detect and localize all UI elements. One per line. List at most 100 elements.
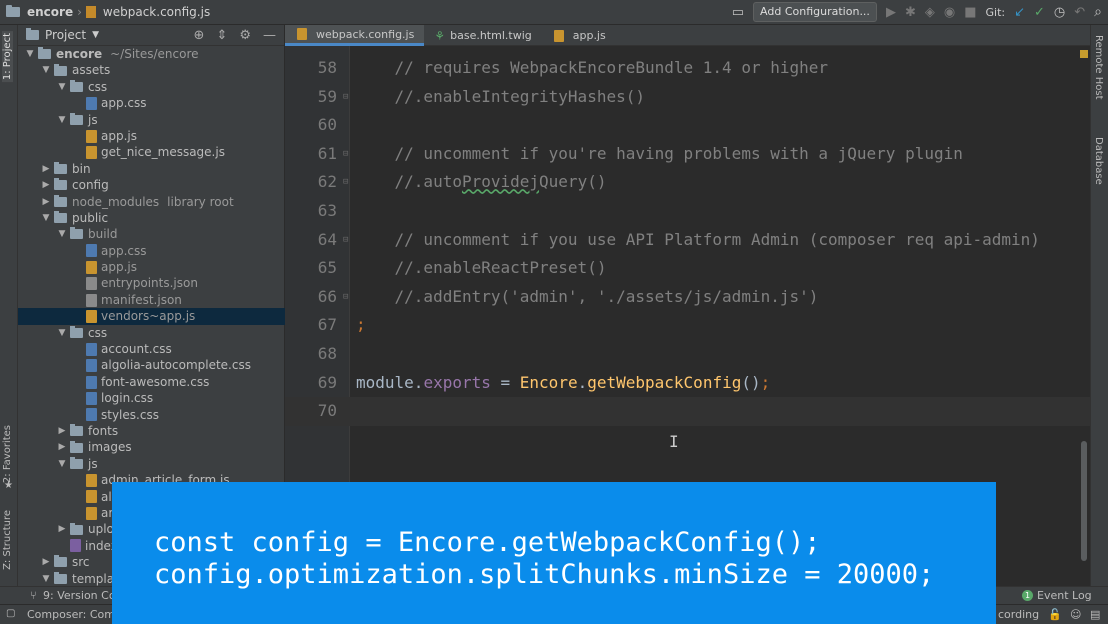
code-line[interactable]: 58 // requires WebpackEncoreBundle 1.4 o… bbox=[285, 54, 1090, 83]
code-line[interactable]: 66 ⊟ //.addEntry('admin', './assets/js/ad… bbox=[285, 283, 1090, 312]
chevron-down-icon[interactable]: ▼ bbox=[92, 30, 99, 40]
chevron-right-icon[interactable]: ▶ bbox=[56, 423, 68, 439]
chevron-down-icon[interactable]: ▼ bbox=[24, 46, 36, 62]
tree-file[interactable]: get_nice_message.js bbox=[18, 144, 285, 160]
fold-marker-icon[interactable]: ⊟ bbox=[343, 140, 353, 169]
chevron-down-icon[interactable]: ▼ bbox=[56, 325, 68, 341]
tree-folder[interactable]: ▶ config bbox=[18, 177, 285, 193]
code-line[interactable]: 64 ⊟ // uncomment if you use API Platform… bbox=[285, 226, 1090, 255]
tree-folder[interactable]: ▶ images bbox=[18, 439, 285, 455]
search-icon[interactable]: ⌕ bbox=[1094, 4, 1102, 20]
structure-tool-tab[interactable]: Z: Structure bbox=[2, 510, 13, 570]
folder-icon bbox=[70, 112, 83, 125]
tree-folder[interactable]: ▼ js bbox=[18, 112, 285, 128]
chevron-down-icon[interactable]: ▼ bbox=[40, 210, 52, 226]
chevron-down-icon[interactable]: ▼ bbox=[56, 79, 68, 95]
code-line[interactable]: 59 ⊟ //.enableIntegrityHashes() bbox=[285, 83, 1090, 112]
code-line[interactable]: 69 module.exports = Encore.getWebpackConf… bbox=[285, 369, 1090, 398]
tree-file[interactable]: account.css bbox=[18, 341, 285, 357]
code-line[interactable]: 61 ⊟ // uncomment if you're having proble… bbox=[285, 140, 1090, 169]
tree-item-label: vendors~app.js bbox=[101, 309, 196, 324]
tree-folder[interactable]: ▼ assets bbox=[18, 62, 285, 78]
tree-file[interactable]: manifest.json bbox=[18, 292, 285, 308]
fold-marker-icon[interactable]: ⊟ bbox=[343, 283, 353, 312]
stop-icon[interactable]: ■ bbox=[964, 5, 976, 20]
warning-marker[interactable] bbox=[1080, 50, 1088, 58]
code-line[interactable]: 68 bbox=[285, 340, 1090, 369]
editor-tab[interactable]: webpack.config.js bbox=[285, 25, 425, 46]
gear-icon[interactable]: ⚙ bbox=[239, 28, 251, 43]
project-tool-tab[interactable]: 1: Project bbox=[2, 31, 13, 83]
status-encoding[interactable]: cording bbox=[998, 608, 1039, 621]
git-commit-icon[interactable]: ✓ bbox=[1034, 5, 1045, 20]
code-line[interactable]: 60 bbox=[285, 111, 1090, 140]
tree-file[interactable]: app.js bbox=[18, 259, 285, 275]
locate-icon[interactable]: ⊕ bbox=[194, 28, 205, 43]
tree-folder[interactable]: ▼ build bbox=[18, 226, 285, 242]
remote-host-tool-tab[interactable]: Remote Host bbox=[1093, 35, 1104, 100]
breadcrumb-file[interactable]: webpack.config.js bbox=[103, 5, 210, 19]
tree-folder[interactable]: ▶ bin bbox=[18, 161, 285, 177]
tree-folder[interactable]: ▼ css bbox=[18, 79, 285, 95]
tree-file[interactable]: entrypoints.json bbox=[18, 275, 285, 291]
git-update-icon[interactable]: ↙ bbox=[1014, 5, 1025, 20]
tree-folder[interactable]: ▼ public bbox=[18, 210, 285, 226]
tree-file[interactable]: font-awesome.css bbox=[18, 374, 285, 390]
fold-marker-icon[interactable]: ⊟ bbox=[343, 83, 353, 112]
tree-folder[interactable]: ▼ css bbox=[18, 325, 285, 341]
lock-icon[interactable]: 🔓 bbox=[1048, 608, 1062, 621]
breadcrumb-project[interactable]: encore bbox=[27, 5, 73, 19]
tree-file[interactable]: app.css bbox=[18, 95, 285, 111]
editor-tab[interactable]: ⚘ base.html.twig bbox=[424, 25, 541, 46]
tree-folder[interactable]: ▶ node_modules library root bbox=[18, 194, 285, 210]
chevron-down-icon[interactable]: ▼ bbox=[56, 226, 68, 242]
code-line[interactable]: 63 bbox=[285, 197, 1090, 226]
git-rollback-icon[interactable]: ↶ bbox=[1074, 5, 1085, 20]
chevron-right-icon[interactable]: ▶ bbox=[40, 194, 52, 210]
favorites-tool-tab[interactable]: 2: Favorites bbox=[2, 425, 13, 483]
fold-marker-icon[interactable]: ⊟ bbox=[343, 226, 353, 255]
editor-tab[interactable]: app.js bbox=[542, 25, 616, 46]
run-icon[interactable]: ▶ bbox=[886, 5, 896, 20]
tree-file[interactable]: algolia-autocomplete.css bbox=[18, 357, 285, 373]
coverage-icon[interactable]: ◈ bbox=[925, 5, 935, 20]
minimize-icon[interactable]: — bbox=[263, 28, 276, 43]
code-line[interactable]: 67; bbox=[285, 311, 1090, 340]
tree-folder[interactable]: ▶ fonts bbox=[18, 423, 285, 439]
chevron-right-icon[interactable]: ▶ bbox=[56, 439, 68, 455]
status-window-icon[interactable]: ▢ bbox=[6, 608, 15, 619]
profile-icon[interactable]: ◉ bbox=[944, 5, 955, 20]
database-tool-tab[interactable]: Database bbox=[1093, 137, 1104, 185]
tree-file[interactable]: login.css bbox=[18, 390, 285, 406]
tree-file[interactable]: app.js bbox=[18, 128, 285, 144]
chevron-right-icon[interactable]: ▶ bbox=[40, 177, 52, 193]
code-line[interactable]: 65 //.enableReactPreset() bbox=[285, 254, 1090, 283]
collapse-icon[interactable]: ⇕ bbox=[216, 28, 227, 43]
chevron-down-icon[interactable]: ▼ bbox=[40, 571, 52, 587]
fold-marker-icon[interactable]: ⊟ bbox=[343, 168, 353, 197]
chevron-down-icon[interactable]: ▼ bbox=[40, 62, 52, 78]
debug-icon[interactable]: ✱ bbox=[905, 5, 916, 20]
tree-folder[interactable]: ▼ encore ~/Sites/encore bbox=[18, 46, 285, 62]
layout-icon[interactable]: ▭ bbox=[732, 5, 744, 20]
tree-file[interactable]: vendors~app.js bbox=[18, 308, 285, 325]
memory-icon[interactable]: ▤ bbox=[1090, 608, 1100, 621]
chevron-right-icon[interactable]: ▶ bbox=[56, 521, 68, 537]
project-view-selector[interactable]: Project bbox=[45, 28, 86, 42]
chevron-right-icon[interactable]: ▶ bbox=[40, 161, 52, 177]
tree-file[interactable]: styles.css bbox=[18, 407, 285, 423]
chevron-right-icon[interactable]: ▶ bbox=[40, 554, 52, 570]
tree-folder[interactable]: ▼ js bbox=[18, 456, 285, 472]
code-line[interactable]: 62 ⊟ //.autoProvidejQuery() bbox=[285, 168, 1090, 197]
git-history-icon[interactable]: ◷ bbox=[1054, 5, 1065, 20]
scrollbar[interactable] bbox=[1081, 441, 1087, 561]
code-line[interactable]: 70 bbox=[285, 397, 1090, 426]
chevron-down-icon[interactable]: ▼ bbox=[56, 456, 68, 472]
inspector-icon[interactable]: ☺ bbox=[1070, 608, 1081, 621]
tree-item-label: css bbox=[88, 325, 108, 340]
js-file-icon bbox=[86, 490, 97, 504]
event-log-tab[interactable]: Event Log bbox=[1037, 589, 1092, 602]
chevron-down-icon[interactable]: ▼ bbox=[56, 112, 68, 128]
add-configuration-button[interactable]: Add Configuration... bbox=[753, 2, 877, 22]
tree-file[interactable]: app.css bbox=[18, 243, 285, 259]
